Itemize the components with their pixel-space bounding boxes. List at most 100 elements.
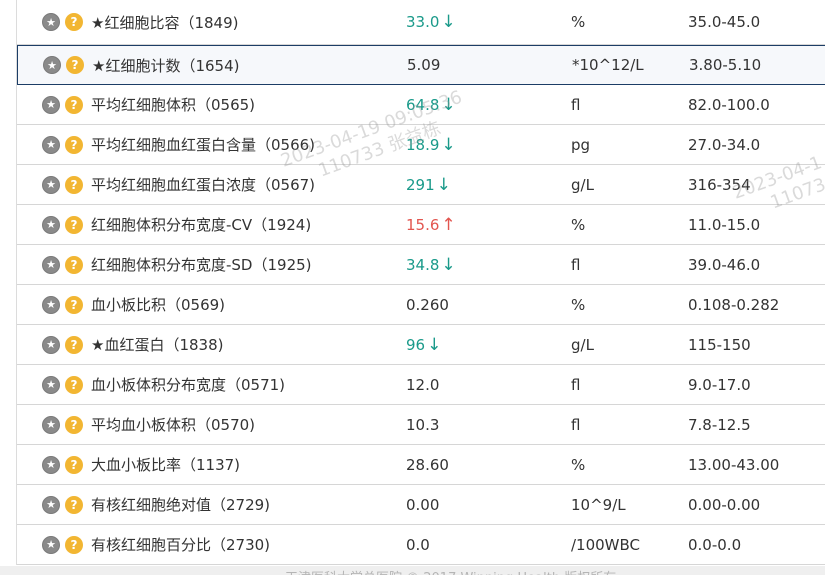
flag-arrow-icon: ↓ [441, 134, 456, 155]
row-icons: ★ ? [42, 525, 83, 564]
row-icons: ★ ? [42, 485, 83, 524]
help-icon[interactable]: ? [66, 56, 84, 74]
test-name: 红细胞体积分布宽度-CV（1924) [91, 216, 312, 234]
test-value: 34.8 ↓ [406, 254, 456, 275]
flag-arrow-icon: ↓ [427, 334, 442, 355]
row-icons: ★ ? [42, 245, 83, 284]
test-unit: % [571, 13, 586, 31]
star-icon[interactable]: ★ [43, 56, 61, 74]
reference-range: 0.00-0.00 [688, 495, 761, 514]
table-row[interactable]: ★ ? 平均红细胞体积（0565) 64.8 ↓ fl 82.0-100.0 [17, 85, 825, 125]
star-icon[interactable]: ★ [42, 375, 60, 394]
test-unit: fl [571, 415, 581, 434]
test-unit: /100WBC [571, 535, 641, 554]
reference-range: 0.0-0.0 [688, 535, 742, 554]
row-icons: ★ ? [42, 165, 83, 204]
star-icon[interactable]: ★ [42, 455, 60, 474]
test-value: 12.0 [406, 375, 440, 394]
test-unit: % [571, 455, 586, 474]
table-row[interactable]: ★ ? 血小板比积（0569) 0.260 % 0.108-0.282 [17, 285, 825, 325]
table-row[interactable]: ★ ? 平均红细胞血红蛋白浓度（0567) 291 ↓ g/L 316-354 [17, 165, 825, 205]
star-icon[interactable]: ★ [42, 335, 60, 354]
help-icon[interactable]: ? [65, 335, 83, 354]
star-icon[interactable]: ★ [42, 255, 60, 274]
flag-arrow-icon: ↓ [441, 94, 456, 115]
help-icon[interactable]: ? [65, 175, 83, 194]
test-name: 红细胞体积分布宽度-SD（1925) [91, 256, 312, 274]
lab-results-table: ★ ? ★红细胞比容（1849) 33.0 ↓ % 35.0-45.0 ★ ? ★… [16, 0, 825, 565]
test-name: 有核红细胞绝对值（2729) [91, 496, 271, 514]
test-name: 血小板比积（0569) [91, 296, 226, 314]
row-icons: ★ ? [42, 365, 83, 404]
star-icon[interactable]: ★ [42, 215, 60, 234]
star-icon[interactable]: ★ [42, 95, 60, 114]
table-row[interactable]: ★ ? 有核红细胞绝对值（2729) 0.00 10^9/L 0.00-0.00 [17, 485, 825, 525]
footer: 天津医科大学总医院 © 2017 Winning Health 版权所有 [0, 566, 825, 575]
table-row[interactable]: ★ ? 大血小板比率（1137) 28.60 % 13.00-43.00 [17, 445, 825, 485]
help-icon[interactable]: ? [65, 295, 83, 314]
reference-range: 316-354 [688, 175, 751, 194]
help-icon[interactable]: ? [65, 415, 83, 434]
row-icons: ★ ? [42, 85, 83, 124]
help-icon[interactable]: ? [65, 13, 83, 31]
row-icons: ★ ? [42, 125, 83, 164]
test-value: 18.9 ↓ [406, 134, 456, 155]
test-value: 64.8 ↓ [406, 94, 456, 115]
star-icon[interactable]: ★ [42, 495, 60, 514]
table-row[interactable]: ★ ? 红细胞体积分布宽度-CV（1924) 15.6 ↑ % 11.0-15.0 [17, 205, 825, 245]
test-unit: fl [571, 375, 581, 394]
star-icon[interactable]: ★ [42, 175, 60, 194]
help-icon[interactable]: ? [65, 215, 83, 234]
table-row[interactable]: ★ ? ★红细胞比容（1849) 33.0 ↓ % 35.0-45.0 [17, 0, 825, 45]
row-icons: ★ ? [42, 0, 83, 44]
star-icon[interactable]: ★ [42, 535, 60, 554]
row-icons: ★ ? [43, 46, 84, 84]
table-row[interactable]: ★ ? 血小板体积分布宽度（0571) 12.0 fl 9.0-17.0 [17, 365, 825, 405]
test-name: ★红细胞计数（1654) [92, 56, 240, 75]
flag-arrow-icon: ↓ [441, 254, 456, 275]
table-row[interactable]: ★ ? 红细胞体积分布宽度-SD（1925) 34.8 ↓ fl 39.0-46.… [17, 245, 825, 285]
test-name: 平均红细胞血红蛋白浓度（0567) [91, 176, 316, 194]
table-row[interactable]: ★ ? 有核红细胞百分比（2730) 0.0 /100WBC 0.0-0.0 [17, 525, 825, 565]
reference-range: 9.0-17.0 [688, 375, 751, 394]
reference-range: 7.8-12.5 [688, 415, 751, 434]
star-icon[interactable]: ★ [42, 415, 60, 434]
reference-range: 82.0-100.0 [688, 95, 770, 114]
test-value: 5.09 [407, 56, 441, 74]
help-icon[interactable]: ? [65, 255, 83, 274]
help-icon[interactable]: ? [65, 95, 83, 114]
test-name: 平均红细胞体积（0565) [91, 96, 256, 114]
help-icon[interactable]: ? [65, 455, 83, 474]
help-icon[interactable]: ? [65, 495, 83, 514]
reference-range: 0.108-0.282 [688, 295, 780, 314]
star-icon[interactable]: ★ [42, 13, 60, 31]
help-icon[interactable]: ? [65, 375, 83, 394]
table-row[interactable]: ★ ? ★红细胞计数（1654) 5.09 *10^12/L 3.80-5.10 [17, 45, 825, 85]
reference-range: 27.0-34.0 [688, 135, 761, 154]
help-icon[interactable]: ? [65, 535, 83, 554]
test-value: 15.6 ↑ [406, 214, 456, 235]
help-icon[interactable]: ? [65, 135, 83, 154]
test-value: 0.0 [406, 535, 430, 554]
row-icons: ★ ? [42, 405, 83, 444]
test-unit: % [571, 215, 586, 234]
footer-text: 天津医科大学总医院 © 2017 Winning Health 版权所有 [285, 567, 616, 575]
test-name: ★红细胞比容（1849) [91, 13, 239, 32]
table-row[interactable]: ★ ? 平均红细胞血红蛋白含量（0566) 18.9 ↓ pg 27.0-34.0 [17, 125, 825, 165]
table-row[interactable]: ★ ? ★血红蛋白（1838) 96 ↓ g/L 115-150 [17, 325, 825, 365]
row-icons: ★ ? [42, 325, 83, 364]
lab-results-page: ★ ? ★红细胞比容（1849) 33.0 ↓ % 35.0-45.0 ★ ? ★… [0, 0, 825, 575]
test-name: ★血红蛋白（1838) [91, 336, 224, 354]
test-value: 291 ↓ [406, 174, 451, 195]
reference-range: 3.80-5.10 [689, 56, 762, 74]
star-icon[interactable]: ★ [42, 295, 60, 314]
row-icons: ★ ? [42, 285, 83, 324]
reference-range: 115-150 [688, 335, 751, 354]
reference-range: 13.00-43.00 [688, 455, 780, 474]
table-row[interactable]: ★ ? 平均血小板体积（0570) 10.3 fl 7.8-12.5 [17, 405, 825, 445]
test-unit: % [571, 295, 586, 314]
test-value: 10.3 [406, 415, 440, 434]
test-unit: 10^9/L [571, 495, 626, 514]
star-icon[interactable]: ★ [42, 135, 60, 154]
flag-arrow-icon: ↓ [436, 174, 451, 195]
